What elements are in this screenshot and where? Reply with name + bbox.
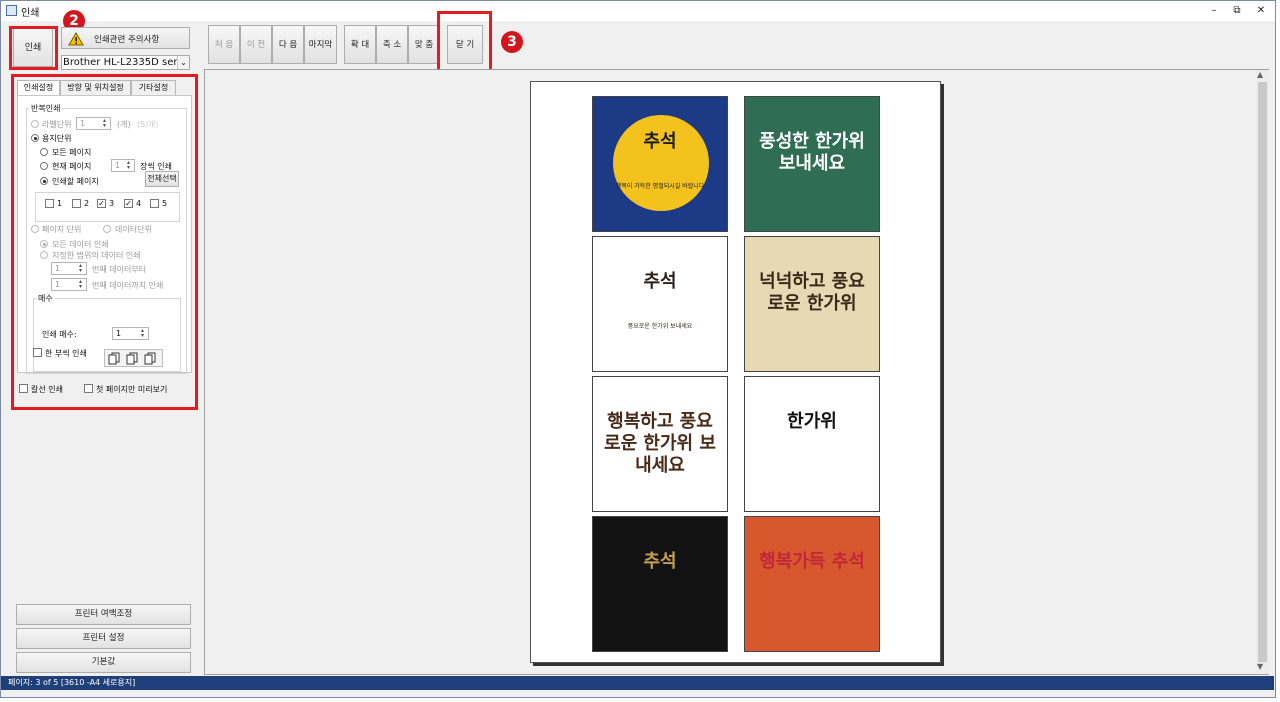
window-title: 인쇄 xyxy=(21,8,40,19)
card-title: 행복가득 추석 xyxy=(759,551,865,572)
scroll-down-icon[interactable]: ▼ xyxy=(1257,662,1263,671)
status-text: 페이지: 3 of 5 [3610 -A4 세로용지] xyxy=(8,678,136,687)
first-page-button[interactable]: 처 음 xyxy=(208,25,240,64)
status-bar: 페이지: 3 of 5 [3610 -A4 세로용지] xyxy=(1,676,1274,690)
title-bar: 인쇄 – ⧉ ✕ xyxy=(1,1,1275,21)
vertical-scrollbar[interactable]: ▲ ▼ xyxy=(1256,70,1269,674)
label-card: 넉넉하고 풍요로운 한가위 xyxy=(744,236,880,372)
card-title: 풍성한 한가위 보내세요 xyxy=(759,131,865,174)
card-title: 추석 xyxy=(643,551,677,572)
label-card: 추석행복이 가득한 명절되시길 바랍니다 xyxy=(592,96,728,232)
label-card: 행복가득 추석 xyxy=(744,516,880,652)
label-card: 행복하고 풍요로운 한가위 보내세요 xyxy=(592,376,728,512)
warning-icon xyxy=(68,32,84,46)
highlight-close-button xyxy=(437,11,492,78)
printer-margin-button[interactable]: 프린터 여백조정 xyxy=(16,604,191,625)
card-subtitle: 행복이 가득한 명절되시길 바랍니다 xyxy=(615,183,705,190)
label-card: 풍성한 한가위 보내세요 xyxy=(744,96,880,232)
badge-3: 3 xyxy=(501,31,523,53)
close-window-button[interactable]: ✕ xyxy=(1253,5,1269,17)
fit-button[interactable]: 맞 춤 xyxy=(408,25,440,64)
last-page-button[interactable]: 마지막 xyxy=(304,25,337,64)
prev-page-button[interactable]: 이 전 xyxy=(240,25,272,64)
default-button[interactable]: 기본값 xyxy=(16,652,191,673)
next-page-button[interactable]: 다 음 xyxy=(272,25,304,64)
scroll-up-icon[interactable]: ▲ xyxy=(1257,70,1263,79)
zoom-in-button[interactable]: 확 대 xyxy=(344,25,376,64)
card-title: 추석 xyxy=(643,131,677,152)
highlight-print-button xyxy=(9,26,58,70)
zoom-out-button[interactable]: 축 소 xyxy=(376,25,408,64)
card-subtitle: 풍요로운 한가위 보내세요 xyxy=(627,323,693,330)
restore-button[interactable]: ⧉ xyxy=(1229,5,1245,17)
card-title: 추석 xyxy=(643,271,677,292)
label-card: 한가위 xyxy=(744,376,880,512)
app-icon xyxy=(6,5,17,16)
card-title: 넉넉하고 풍요로운 한가위 xyxy=(759,271,865,314)
label-card: 추석풍요로운 한가위 보내세요 xyxy=(592,236,728,372)
chevron-down-icon[interactable]: ⌄ xyxy=(177,56,189,69)
caution-label: 인쇄관련 주의사항 xyxy=(94,35,160,45)
moon-graphic xyxy=(613,115,709,211)
label-card: 추석 xyxy=(592,516,728,652)
minimize-button[interactable]: – xyxy=(1206,5,1222,17)
printer-settings-button[interactable]: 프린터 설정 xyxy=(16,628,191,649)
printer-name: Brother HL-L2335D series( xyxy=(63,57,178,68)
caution-button[interactable]: 인쇄관련 주의사항 xyxy=(61,27,190,49)
card-title: 한가위 xyxy=(787,411,837,432)
highlight-settings-panel xyxy=(11,74,198,410)
scrollbar-thumb[interactable] xyxy=(1258,82,1267,662)
card-title: 행복하고 풍요로운 한가위 보내세요 xyxy=(604,411,716,476)
printer-select[interactable]: Brother HL-L2335D series( ⌄ xyxy=(61,55,190,70)
